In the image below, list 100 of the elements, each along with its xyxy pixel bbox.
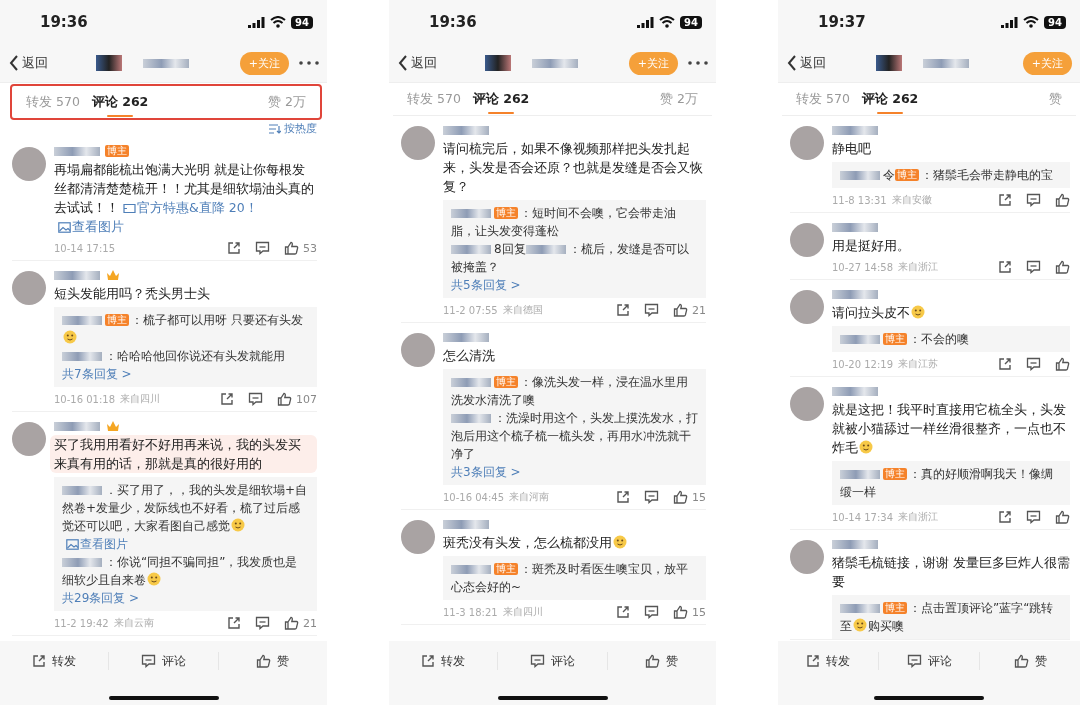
comment-time: 10-14 17:34 [832, 511, 894, 523]
tab[interactable]: 评论 262 [466, 84, 536, 114]
emoji-icon [853, 618, 867, 632]
action-button[interactable]: 赞 [607, 652, 716, 670]
comment-time: 11-8 13:31 [832, 194, 887, 206]
sort-button[interactable]: 按热度 [269, 120, 317, 137]
tab[interactable]: 转发 570 [20, 87, 86, 117]
comment-icon[interactable] [644, 490, 659, 504]
tab[interactable]: 赞 2万 [654, 84, 704, 114]
like-count: 53 [303, 241, 317, 255]
blurred-name [142, 58, 189, 68]
more-replies-link[interactable]: 共3条回复 > [451, 463, 698, 481]
comment-icon[interactable] [1026, 193, 1041, 207]
author-badge: 博主 [883, 468, 907, 480]
tab[interactable]: 赞 [1043, 84, 1068, 114]
wifi-icon [270, 16, 287, 28]
offer-link[interactable]: 官方特惠&直降 20！ [123, 200, 258, 215]
thumbs-up-icon [256, 654, 272, 668]
comment-icon[interactable] [644, 605, 659, 619]
signal-icon [1001, 16, 1019, 28]
action-button[interactable]: 转发 [0, 652, 110, 670]
action-button[interactable]: 赞 [980, 652, 1080, 670]
action-button[interactable]: 转发 [389, 652, 499, 670]
blurred-name [62, 558, 102, 567]
share-icon[interactable] [220, 392, 234, 406]
thumbs-up-icon[interactable] [277, 392, 292, 406]
back-icon [786, 54, 798, 72]
comment-icon[interactable] [255, 241, 270, 255]
blurred-name [451, 209, 491, 218]
thumbs-up-icon[interactable] [284, 241, 299, 255]
comment-location: 来自河南 [509, 490, 550, 504]
more-replies-link[interactable]: 共5条回复 > [451, 276, 698, 294]
action-button[interactable]: 评论 [879, 652, 980, 670]
thumbs-up-icon[interactable] [673, 303, 688, 317]
reply-text: 令 博主 ：猪鬃毛会带走静电的宝 [840, 166, 1062, 184]
comment-icon[interactable] [248, 392, 263, 406]
share-icon[interactable] [616, 303, 630, 317]
author-badge: 博主 [105, 145, 129, 157]
thumbs-up-icon[interactable] [1055, 357, 1070, 371]
reply-text: 博主 ：梳子都可以用呀 只要还有头发 [62, 311, 309, 347]
blurred-name [832, 222, 878, 232]
blurred-name [832, 289, 878, 299]
comment-time: 10-27 14:58 [832, 261, 894, 273]
back-button[interactable]: 返回 [8, 54, 48, 72]
comment-icon[interactable] [255, 616, 270, 630]
thumbs-up-icon[interactable] [284, 616, 299, 630]
share-icon[interactable] [998, 357, 1012, 371]
more-replies-link[interactable]: 共29条回复 > [62, 589, 309, 607]
battery-indicator: 94 [680, 15, 702, 29]
comment-icon[interactable] [1026, 260, 1041, 274]
tab[interactable]: 评论 262 [85, 87, 155, 117]
share-icon[interactable] [227, 241, 241, 255]
tab[interactable]: 转发 570 [401, 84, 467, 114]
action-button[interactable]: 转发 [778, 652, 879, 670]
blurred-avatar [876, 55, 903, 71]
emoji-icon [231, 518, 245, 532]
action-button[interactable]: 评论 [109, 652, 219, 670]
share-icon[interactable] [616, 605, 630, 619]
comment-icon[interactable] [1026, 510, 1041, 524]
share-icon [421, 654, 436, 668]
back-button[interactable]: 返回 [397, 54, 437, 72]
comment-text: 请问拉头皮不 [832, 303, 1070, 322]
thumbs-up-icon[interactable] [673, 605, 688, 619]
thumbs-up-icon[interactable] [1055, 510, 1070, 524]
comment-icon[interactable] [644, 303, 659, 317]
emoji-icon [147, 572, 161, 586]
back-button[interactable]: 返回 [786, 54, 826, 72]
comment-location: 来自浙江 [898, 510, 939, 524]
comment-text: 请问梳完后，如果不像视频那样把头发扎起来，头发是否会还原？也就是发缝是否会又恢复？ [443, 140, 704, 196]
share-icon[interactable] [998, 510, 1012, 524]
blurred-name [525, 245, 566, 254]
share-icon[interactable] [616, 490, 630, 504]
comment-icon [530, 654, 545, 668]
action-button[interactable]: 赞 [218, 652, 327, 670]
thumbs-up-icon [1013, 654, 1029, 668]
more-replies-link[interactable]: 共7条回复 > [62, 365, 309, 383]
more-icon[interactable] [688, 61, 708, 65]
tab[interactable]: 转发 570 [790, 84, 856, 114]
blurred-name [62, 316, 102, 325]
reply-text: 博主 ：像洗头发一样，浸在温水里用洗发水清洗了噢 [451, 374, 689, 409]
tab[interactable]: 评论 262 [855, 84, 925, 114]
share-icon[interactable] [998, 260, 1012, 274]
comment-icon[interactable] [1026, 357, 1041, 371]
reply-text: 博主 ：斑秃及时看医生噢宝贝，放平心态会好的~ [451, 561, 689, 596]
thumbs-up-icon[interactable] [1055, 193, 1070, 207]
more-icon[interactable] [299, 61, 319, 65]
view-image-link[interactable]: 查看图片 [58, 219, 124, 234]
view-image-link[interactable]: 查看图片 [66, 537, 128, 551]
share-icon[interactable] [227, 616, 241, 630]
blurred-name [443, 519, 489, 529]
back-icon [397, 54, 409, 72]
tab[interactable]: 赞 2万 [262, 87, 312, 117]
action-button[interactable]: 评论 [498, 652, 608, 670]
comment-time: 11-2 07:55 [443, 304, 498, 316]
thumbs-up-icon[interactable] [673, 490, 688, 504]
thumbs-up-icon[interactable] [1055, 260, 1070, 274]
sort-icon [269, 123, 281, 134]
share-icon[interactable] [998, 193, 1012, 207]
blurred-name [923, 58, 970, 68]
blurred-name [443, 125, 489, 135]
